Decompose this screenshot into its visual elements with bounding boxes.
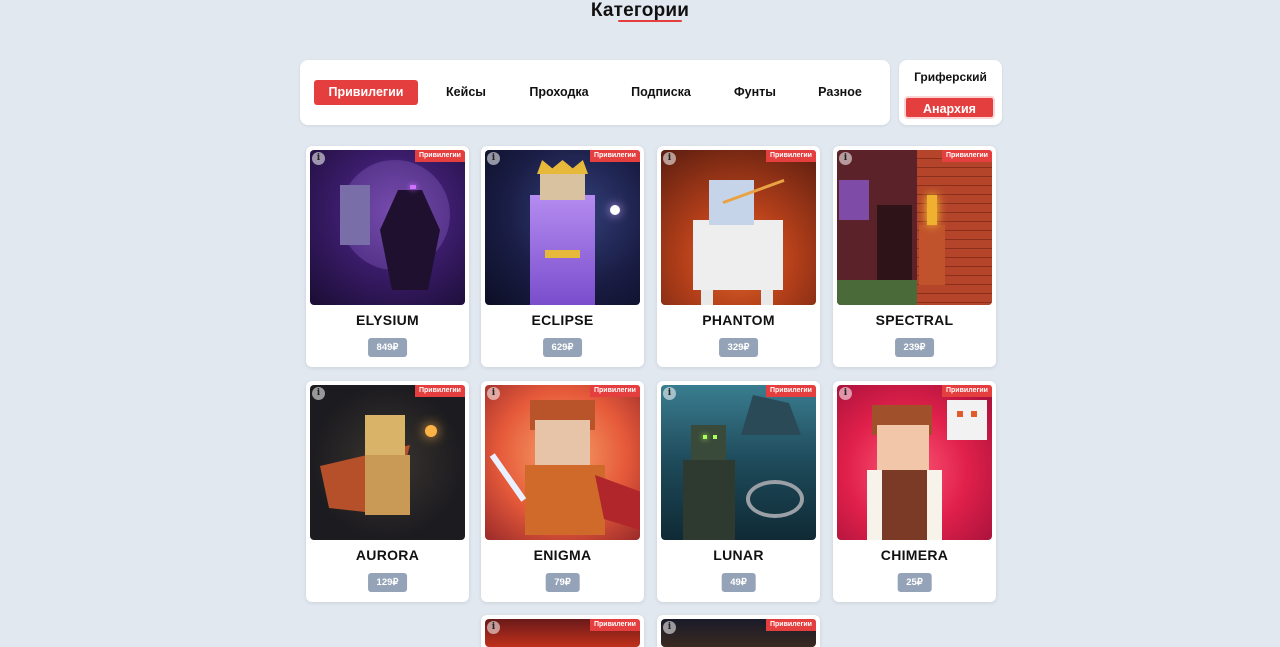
category-badge: Привилегии [590,385,640,397]
product-card[interactable]: Привилегии i [657,615,820,647]
product-name: ELYSIUM [355,312,420,328]
product-image [837,385,992,540]
category-badge: Привилегии [590,150,640,162]
product-card[interactable]: Привилегии i PHANTOM 329₽ [657,146,820,367]
info-icon[interactable]: i [663,387,676,400]
price-button[interactable]: 129₽ [367,573,408,592]
product-image [661,385,816,540]
info-icon[interactable]: i [839,387,852,400]
price-button[interactable]: 239₽ [894,338,935,357]
category-badge: Привилегии [415,150,465,162]
tab-privileges[interactable]: Привилегии [314,80,418,105]
price-button[interactable]: 25₽ [897,573,932,592]
product-card[interactable]: Привилегии i ENIGMA 79₽ [481,381,644,602]
product-card[interactable]: Привилегии i LUNAR 49₽ [657,381,820,602]
product-card[interactable]: Привилегии i SPECTRAL 239₽ [833,146,996,367]
product-image [310,150,465,305]
server-mode-label: Гриферский [914,70,987,84]
product-card[interactable]: Привилегии i ECLIPSE 629₽ [481,146,644,367]
product-name: PHANTOM [702,312,775,328]
product-image [837,150,992,305]
info-icon[interactable]: i [312,152,325,165]
price-button[interactable]: 49₽ [721,573,756,592]
info-icon[interactable]: i [487,387,500,400]
category-badge: Привилегии [942,385,992,397]
tab-subscription[interactable]: Подписка [620,80,702,105]
product-image [485,385,640,540]
product-card[interactable]: Привилегии i AURORA 129₽ [306,381,469,602]
server-anarchy-button[interactable]: Анархия [904,96,995,119]
product-name: SPECTRAL [875,312,954,328]
product-card[interactable]: Привилегии i CHIMERA 25₽ [833,381,996,602]
price-button[interactable]: 329₽ [718,338,759,357]
title-underline [618,20,682,22]
category-badge: Привилегии [590,619,640,631]
info-icon[interactable]: i [312,387,325,400]
product-image [661,150,816,305]
product-name: LUNAR [713,547,764,563]
tab-pass[interactable]: Проходка [517,80,601,105]
info-icon[interactable]: i [487,152,500,165]
category-badge: Привилегии [766,385,816,397]
tab-misc[interactable]: Разное [808,80,872,105]
info-icon[interactable]: i [839,152,852,165]
server-selector: Гриферский Анархия [899,60,1002,125]
info-icon[interactable]: i [663,621,676,634]
price-button[interactable]: 79₽ [545,573,580,592]
category-tabs: Привилегии Кейсы Проходка Подписка Фунты… [300,60,890,125]
tab-pounds[interactable]: Фунты [722,80,788,105]
product-image [310,385,465,540]
product-name: ENIGMA [533,547,592,563]
category-badge: Привилегии [942,150,992,162]
price-button[interactable]: 849₽ [367,338,408,357]
product-name: ECLIPSE [531,312,594,328]
tab-cases[interactable]: Кейсы [435,80,497,105]
info-icon[interactable]: i [663,152,676,165]
page-title: Категории [590,0,690,21]
product-card[interactable]: Привилегии i ELYSIUM 849₽ [306,146,469,367]
product-name: CHIMERA [880,547,949,563]
product-card[interactable]: Привилегии i [481,615,644,647]
product-name: AURORA [355,547,420,563]
info-icon[interactable]: i [487,621,500,634]
category-badge: Привилегии [766,150,816,162]
price-button[interactable]: 629₽ [542,338,583,357]
product-image [485,150,640,305]
category-badge: Привилегии [766,619,816,631]
category-badge: Привилегии [415,385,465,397]
